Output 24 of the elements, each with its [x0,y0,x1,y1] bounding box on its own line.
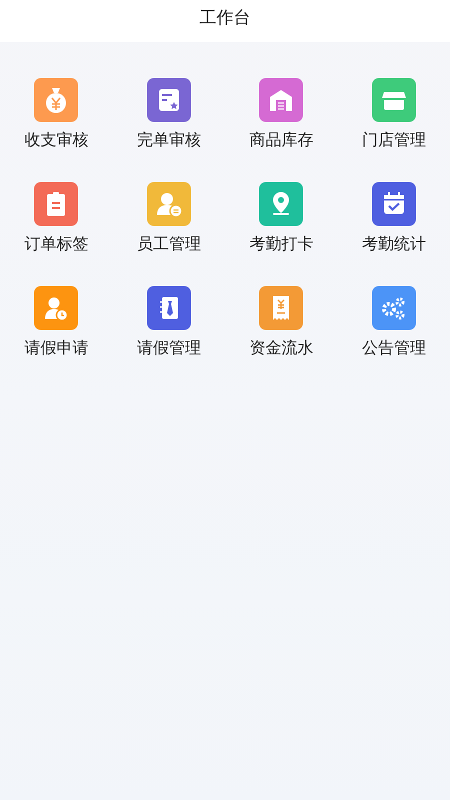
app-label[interactable]: 收支审核 [24,129,88,151]
app-label[interactable]: 员工管理 [136,233,201,255]
page-title: 工作台 [200,6,250,28]
app-label[interactable]: 订单标签 [24,233,88,255]
gears-icon[interactable] [372,286,416,330]
receipt-icon[interactable] [259,286,304,330]
app-label[interactable]: 公告管理 [362,337,426,359]
app-label[interactable]: 请假申请 [24,337,88,359]
money-bag-icon[interactable] [34,78,78,122]
app-label[interactable]: 考勤统计 [362,233,426,255]
calendar-check-icon[interactable] [372,182,416,226]
location-pin-icon[interactable] [259,182,304,226]
store-icon[interactable] [372,78,416,122]
clipboard-icon[interactable] [34,182,78,226]
app-label[interactable]: 商品库存 [249,129,314,151]
app-label[interactable]: 考勤打卡 [249,233,314,255]
person-clock-icon[interactable] [34,286,78,330]
notebook-icon[interactable] [146,286,191,330]
app-label[interactable]: 完单审核 [136,129,201,151]
app-label[interactable]: 请假管理 [136,337,201,359]
app-label[interactable]: 门店管理 [362,129,426,151]
app-label[interactable]: 资金流水 [249,337,314,359]
person-icon[interactable] [146,182,191,226]
warehouse-icon[interactable] [259,78,304,122]
